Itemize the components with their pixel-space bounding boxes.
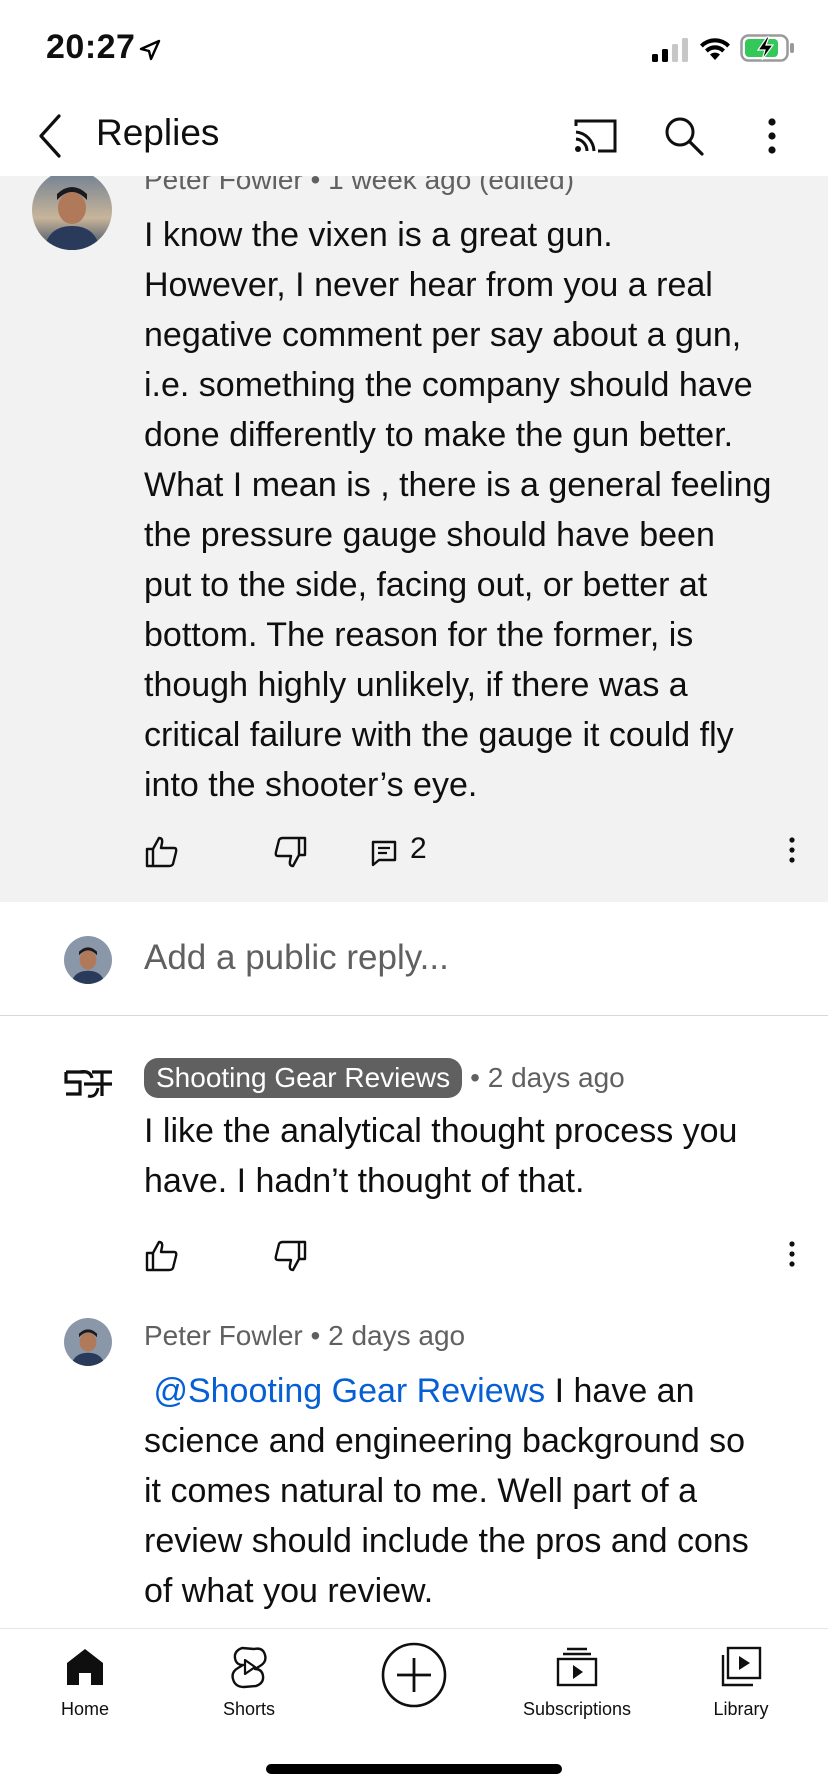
cast-icon [574, 119, 617, 153]
comment-line: it comes natural to me. Well part of a [144, 1472, 698, 1510]
home-indicator[interactable] [266, 1764, 562, 1774]
like-icon[interactable] [144, 834, 180, 870]
comment-time-separator: • [302, 1320, 329, 1351]
battery-charging-icon [740, 34, 794, 62]
more-vertical-icon [768, 118, 776, 154]
location-arrow-icon [139, 39, 161, 61]
chevron-left-icon [39, 114, 61, 158]
comment-line: of what you review. [144, 1572, 434, 1610]
reply-item: Peter Fowler • 2 days ago @Shooting Gear… [0, 1300, 828, 1628]
comment-line: done differently to make the gun better. [144, 416, 734, 454]
reply-comment-icon[interactable] [370, 834, 398, 870]
comment-line: review should include the pros and cons [144, 1522, 749, 1560]
comment-author[interactable]: Peter Fowler [144, 176, 303, 195]
comment-time: 1 week ago (edited) [328, 176, 575, 195]
home-icon [67, 1649, 103, 1685]
comment-time-separator: • [470, 1062, 488, 1093]
comment-line: However, I never hear from you a real [144, 266, 713, 304]
comment-line: What I mean is , there is a general feel… [144, 466, 772, 504]
comment-text: I know the vixen is a great gun. However… [144, 210, 804, 810]
nav-label: Home [60, 1699, 109, 1719]
more-options-button[interactable] [748, 108, 796, 164]
like-icon[interactable] [144, 1238, 180, 1274]
user-avatar-image [64, 1318, 112, 1366]
creator-badge[interactable]: Shooting Gear Reviews [144, 1058, 463, 1098]
comment-author[interactable]: Peter Fowler [144, 1320, 303, 1352]
parent-comment: Peter Fowler • 1 week ago (edited) I kno… [0, 176, 828, 902]
avatar[interactable] [64, 1318, 112, 1366]
comment-line: bottom. The reason for the former, is [144, 616, 694, 654]
comment-line: negative comment per say about a gun, [144, 316, 742, 354]
reply-count[interactable]: 2 [410, 832, 427, 866]
more-vertical-icon [789, 1241, 795, 1267]
nav-shorts[interactable]: Shorts [174, 1643, 324, 1743]
search-button[interactable] [656, 108, 712, 164]
cellular-signal-icon [652, 38, 688, 62]
dislike-icon[interactable] [272, 834, 308, 870]
library-icon [721, 1646, 762, 1687]
more-vertical-icon [789, 837, 795, 863]
comment-line: though highly unlikely, if there was a [144, 666, 688, 704]
status-bar: 20:27 [0, 0, 828, 96]
user-avatar-image [64, 936, 112, 984]
comment-line: have. I hadn’t thought of that. [144, 1162, 585, 1200]
comment-meta: Peter Fowler • 2 days ago [144, 1320, 465, 1352]
avatar[interactable] [32, 176, 112, 250]
nav-subscriptions[interactable]: Subscriptions [502, 1643, 652, 1743]
nav-home[interactable]: Home [10, 1643, 160, 1743]
comment-line: the pressure gauge should have been [144, 516, 715, 554]
create-icon[interactable] [380, 1641, 448, 1709]
avatar [64, 936, 112, 984]
wifi-icon [700, 38, 730, 60]
reply-item: Shooting Gear Reviews • 2 days ago I lik… [0, 1016, 828, 1280]
comment-actions: 2 [144, 828, 804, 876]
shorts-icon [231, 1646, 267, 1689]
comment-line: critical failure with the gauge it could… [144, 716, 734, 754]
comment-line: i.e. something the company should have [144, 366, 753, 404]
comment-text: @Shooting Gear Reviews I have an science… [144, 1366, 804, 1616]
comment-line: I like the analytical thought process yo… [144, 1112, 738, 1150]
back-button[interactable] [24, 106, 76, 166]
comment-line: science and engineering background so [144, 1422, 746, 1460]
comment-line: @Shooting Gear Reviews I have an [144, 1366, 804, 1416]
nav-label: Library [713, 1699, 769, 1719]
comment-time: 2 days ago [487, 1062, 625, 1093]
subscriptions-icon [556, 1647, 598, 1687]
comment-more-button[interactable] [780, 830, 804, 870]
comment-more-button[interactable] [780, 1234, 804, 1274]
nav-library[interactable]: Library [666, 1643, 816, 1743]
comment-text: I like the analytical thought process yo… [144, 1106, 804, 1206]
app-header: Replies [0, 96, 828, 176]
user-avatar-image [32, 176, 112, 250]
comment-line-rest: I have an [545, 1372, 695, 1410]
add-reply-input[interactable] [144, 930, 784, 986]
page-title: Replies [96, 112, 220, 153]
status-time: 20:27 [46, 28, 136, 66]
comment-meta: Shooting Gear Reviews • 2 days ago [144, 1058, 625, 1098]
comment-line: into the shooter’s eye. [144, 766, 478, 804]
channel-logo-icon[interactable] [62, 1064, 116, 1104]
add-reply-row [0, 902, 828, 1016]
comment-line: I know the vixen is a great gun. [144, 216, 613, 254]
mention-link[interactable]: @Shooting Gear Reviews [153, 1372, 545, 1410]
nav-label: Subscriptions [522, 1699, 632, 1719]
nav-label: Shorts [222, 1699, 276, 1719]
comment-time: 2 days ago [328, 1320, 466, 1351]
comment-meta: Peter Fowler • 1 week ago (edited) [144, 176, 574, 196]
comment-actions [144, 1232, 804, 1280]
search-icon [665, 117, 704, 156]
dislike-icon[interactable] [272, 1238, 308, 1274]
comment-line: put to the side, facing out, or better a… [144, 566, 708, 604]
cast-button[interactable] [568, 108, 624, 164]
